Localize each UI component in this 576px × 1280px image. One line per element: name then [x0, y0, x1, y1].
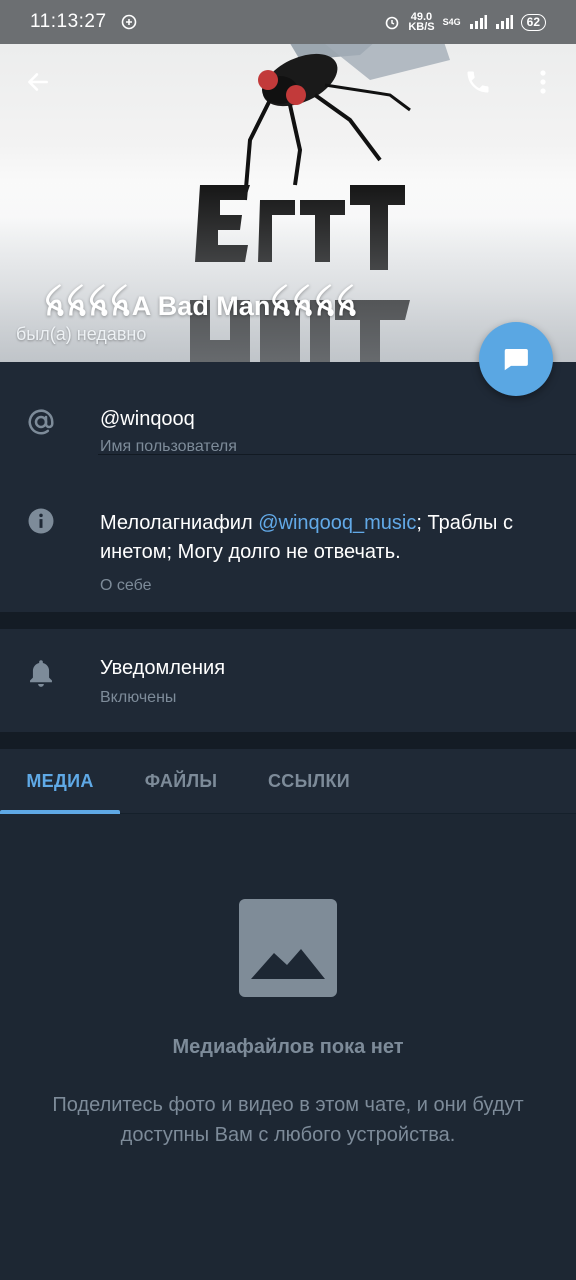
profile-toolbar [0, 44, 576, 120]
about-text: Мелолагниафил @winqooq_music; Траблы с и… [100, 509, 560, 567]
sync-status-icon [121, 14, 136, 30]
tab-media[interactable]: МЕДИА [0, 749, 120, 814]
empty-state-description: Поделитесь фото и видео в этом чате, и о… [52, 1094, 524, 1146]
profile-info-section: @winqooq Имя пользователя Мелолагниафил … [0, 362, 576, 612]
last-seen-status: был(а) недавно [16, 324, 147, 344]
send-message-button[interactable] [479, 322, 553, 396]
info-icon [25, 505, 57, 537]
notifications-title: Уведомления [100, 657, 226, 679]
media-empty-state: Медиафайлов пока нет Поделитесь фото и в… [0, 814, 576, 1280]
more-vertical-icon [540, 70, 546, 94]
phone-icon [467, 71, 489, 93]
back-arrow-icon [28, 73, 48, 91]
about-text-prefix: Мелолагниафил [100, 512, 259, 534]
network-label: S4G [442, 17, 461, 27]
notifications-value: Включены [100, 689, 177, 706]
bell-icon [25, 657, 57, 689]
section-separator-2 [0, 732, 576, 749]
section-separator [0, 612, 576, 629]
alarm-icon [386, 16, 399, 30]
more-options-button[interactable] [517, 56, 569, 108]
status-bar: 11:13:27 49.0 KB/S S4G 62 [0, 0, 576, 44]
tab-files[interactable]: ФАЙЛЫ [120, 749, 242, 814]
battery-indicator: 62 [520, 13, 546, 31]
about-label: О себе [100, 577, 152, 594]
back-button[interactable] [12, 56, 64, 108]
about-row[interactable]: Мелолагниафил @winqooq_music; Траблы с и… [0, 455, 576, 612]
call-button[interactable] [452, 56, 504, 108]
status-time: 11:13:27 [30, 11, 107, 32]
empty-state-title: Медиафайлов пока нет [172, 1036, 404, 1058]
tab-links[interactable]: ССЫЛКИ [242, 749, 376, 814]
at-sign-icon [25, 406, 57, 438]
message-icon [504, 349, 528, 371]
signal-icon-2 [495, 15, 513, 29]
image-icon [239, 899, 337, 997]
network-speed: 49.0 KB/S [408, 12, 435, 33]
signal-icon [469, 15, 487, 29]
username-value: @winqooq [100, 408, 195, 430]
network-speed-unit: KB/S [408, 21, 435, 33]
about-music-link[interactable]: @winqooq_music [258, 512, 416, 534]
media-tabs: МЕДИА ФАЙЛЫ ССЫЛКИ [0, 749, 576, 814]
notifications-row[interactable]: Уведомления Включены [0, 629, 576, 732]
